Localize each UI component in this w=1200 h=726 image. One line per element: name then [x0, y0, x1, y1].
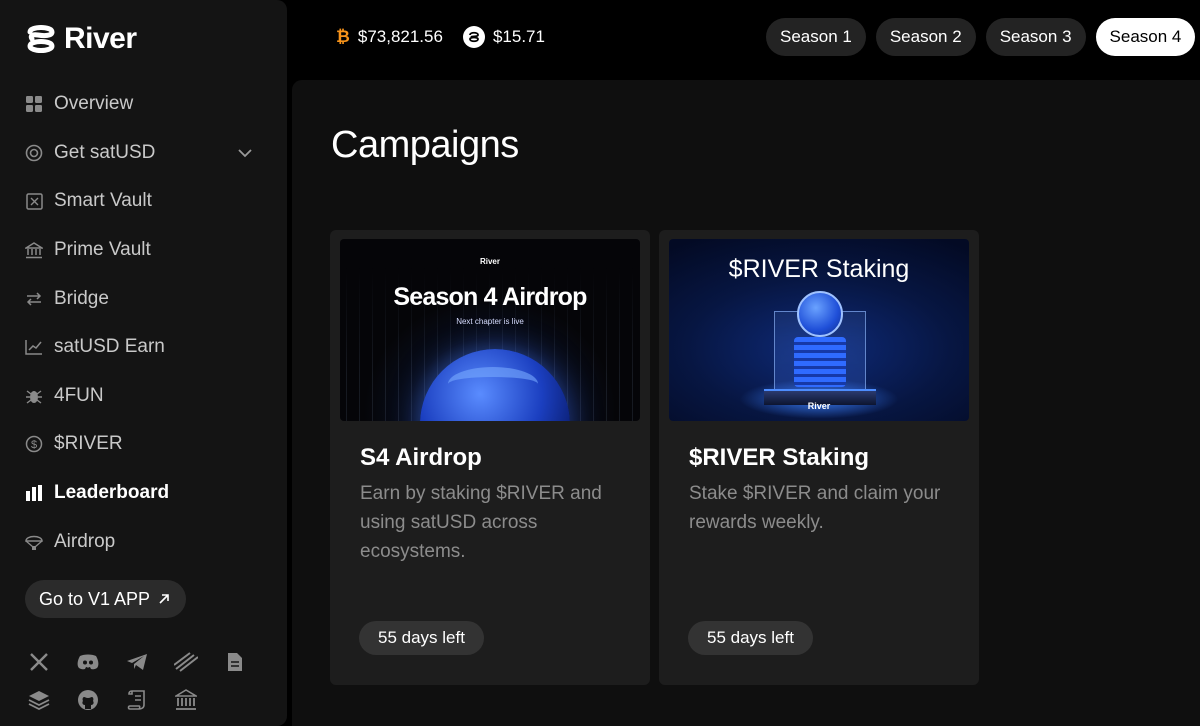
card-description: Stake $RIVER and claim your rewards week… — [689, 483, 941, 533]
campaign-banner-image: $RIVER Staking River — [669, 239, 969, 421]
campaign-card-river-staking[interactable]: $RIVER Staking River $RIVER Staking Stak… — [659, 230, 979, 685]
x-icon[interactable] — [27, 650, 51, 674]
card-title: $RIVER Staking — [689, 444, 870, 471]
btc-price-value: $73,821.56 — [357, 27, 443, 46]
banner-subtitle: Next chapter is live — [456, 317, 524, 326]
bank-icon[interactable] — [174, 688, 198, 712]
sidebar-item-label: Prime Vault — [54, 239, 151, 261]
telegram-icon[interactable] — [125, 650, 149, 674]
orb-wave-graphic — [448, 367, 538, 401]
github-icon[interactable] — [76, 688, 100, 712]
sidebar-item-river-token[interactable]: $ $RIVER — [0, 420, 287, 469]
sidebar-item-get-satusd[interactable]: Get satUSD — [0, 129, 287, 178]
card-title: S4 Airdrop — [360, 444, 482, 471]
logo[interactable]: River — [24, 22, 137, 56]
tab-season-2[interactable]: Season 2 — [875, 18, 976, 56]
sidebar-item-label: Airdrop — [54, 530, 116, 552]
price-ticker: ₿ $73,821.56 $15.71 — [336, 26, 545, 48]
coin-stack-graphic — [794, 337, 846, 387]
sidebar-item-label: Leaderboard — [54, 482, 170, 504]
sidebar-item-label: 4FUN — [54, 384, 104, 406]
bars-icon — [25, 484, 43, 502]
btc-price: ₿ $73,821.56 — [336, 27, 443, 47]
v1-button-label: Go to V1 APP — [39, 588, 151, 609]
days-left-badge: 55 days left — [359, 621, 484, 655]
river-coin-icon — [462, 26, 485, 48]
target-icon — [25, 144, 43, 162]
sidebar: River Overview Get satUSD Smart Vault Pr… — [0, 0, 287, 726]
page-title: Campaigns — [331, 124, 519, 166]
arrows-swap-icon — [25, 290, 43, 308]
days-left-badge: 55 days left — [688, 621, 813, 655]
social-links — [27, 650, 257, 712]
chevron-down-icon[interactable] — [237, 142, 253, 164]
bitcoin-icon: ₿ — [336, 27, 350, 46]
brand-name: River — [64, 22, 137, 55]
tab-season-3[interactable]: Season 3 — [985, 18, 1086, 56]
campaign-banner-image: River Season 4 Airdrop Next chapter is l… — [340, 239, 640, 421]
river-coin-graphic — [797, 291, 843, 337]
sidebar-item-airdrop[interactable]: Airdrop — [0, 517, 287, 566]
campaign-card-s4-airdrop[interactable]: River Season 4 Airdrop Next chapter is l… — [330, 230, 650, 685]
trend-chart-icon — [25, 338, 43, 356]
banner-brand: River — [807, 401, 831, 411]
go-to-v1-app-button[interactable]: Go to V1 APP — [25, 580, 187, 618]
docs-icon[interactable] — [223, 650, 247, 674]
dollar-coin-icon: $ — [25, 435, 43, 453]
scroll-icon[interactable] — [125, 688, 149, 712]
tab-season-4[interactable]: Season 4 — [1095, 18, 1196, 56]
tab-season-1[interactable]: Season 1 — [766, 18, 866, 56]
grid-icon — [25, 95, 43, 113]
vault-icon — [25, 192, 43, 210]
sidebar-item-bridge[interactable]: Bridge — [0, 274, 287, 323]
svg-text:$: $ — [31, 439, 37, 451]
river-price: $15.71 — [462, 26, 545, 48]
sidebar-item-label: Smart Vault — [54, 190, 152, 212]
discord-icon[interactable] — [76, 650, 100, 674]
mirror-icon[interactable] — [174, 650, 198, 674]
banner-headline: $RIVER Staking — [728, 255, 910, 283]
parachute-icon — [25, 533, 43, 551]
season-tabs: Season 1 Season 2 Season 3 Season 4 — [766, 18, 1196, 56]
river-logo-icon — [27, 25, 55, 53]
sidebar-item-4fun[interactable]: 4FUN — [0, 372, 287, 421]
external-arrow-icon — [158, 589, 170, 610]
sidebar-item-overview[interactable]: Overview — [0, 80, 287, 129]
bug-icon — [25, 387, 43, 405]
banner-brand: River — [479, 257, 500, 266]
sidebar-item-label: $RIVER — [54, 433, 123, 455]
bank-icon — [25, 241, 43, 259]
sidebar-item-satusd-earn[interactable]: satUSD Earn — [0, 323, 287, 372]
sidebar-item-label: satUSD Earn — [54, 336, 165, 358]
sidebar-item-prime-vault[interactable]: Prime Vault — [0, 226, 287, 275]
card-description: Earn by staking $RIVER and using satUSD … — [360, 483, 602, 562]
sidebar-nav: Overview Get satUSD Smart Vault Prime Va… — [0, 80, 287, 566]
sidebar-item-label: Get satUSD — [54, 141, 156, 163]
sidebar-item-label: Bridge — [54, 287, 109, 309]
sidebar-item-smart-vault[interactable]: Smart Vault — [0, 177, 287, 226]
banner-headline: Season 4 Airdrop — [393, 283, 587, 311]
layers-icon[interactable] — [27, 688, 51, 712]
sidebar-item-label: Overview — [54, 93, 134, 115]
main-panel: Campaigns River Season 4 Airdrop Next ch… — [292, 80, 1200, 726]
river-price-value: $15.71 — [492, 27, 545, 46]
sidebar-item-leaderboard[interactable]: Leaderboard — [0, 469, 287, 518]
